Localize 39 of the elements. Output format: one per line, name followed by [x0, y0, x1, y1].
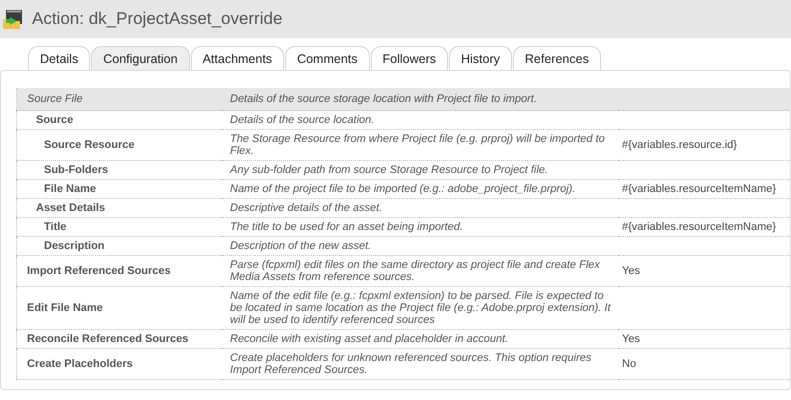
field-description: Name of the edit file (e.g.: fcpxml extension) to be parsed. File is expected to be located in same location as the Project file (e.g.: Adobe.prproj extension). It will be used to identify referenced sources — [222, 286, 618, 330]
field-value: Yes — [618, 330, 791, 348]
field-name: Source — [16, 110, 222, 130]
field-value: #{variables.resource.id} — [618, 130, 791, 160]
field-description: The title to be used for an asset being imported. — [222, 218, 618, 236]
field-description: Name of the project file to be imported (e.g.: adobe_project_file.prproj). — [222, 180, 618, 198]
field-name: Asset Details — [16, 198, 222, 218]
tab[interactable]: References — [512, 46, 601, 70]
field-value: #{variables.resourceItemName} — [618, 218, 791, 236]
field-name: Reconcile Referenced Sources — [16, 330, 222, 348]
field-description: Details of the source location. — [222, 110, 618, 130]
field-description: The Storage Resource from where Project file (e.g. prproj) will be imported to Flex. — [222, 130, 618, 160]
tab[interactable]: Attachments — [190, 46, 284, 70]
field-name: Source File — [16, 88, 222, 110]
field-description: Create placeholders for unknown referenced sources. This option requires Import Referenced Sources. — [222, 348, 618, 380]
field-value: No — [618, 348, 791, 380]
field-name: Import Referenced Sources — [16, 256, 222, 286]
field-name: File Name — [16, 180, 222, 198]
field-description: Reconcile with existing asset and placeholder in account. — [222, 330, 618, 348]
field-name: Create Placeholders — [16, 348, 222, 380]
field-name: Source Resource — [16, 130, 222, 160]
field-name: Sub-Folders — [16, 160, 222, 180]
field-description: Description of the new asset. — [222, 236, 618, 256]
field-name: Description — [16, 236, 222, 256]
tab[interactable]: Configuration — [91, 46, 190, 70]
clapperboard-folder-icon — [2, 8, 24, 30]
tab[interactable]: Comments — [285, 46, 370, 70]
tab[interactable]: History — [449, 46, 512, 70]
field-description: Details of the source storage location with Project file to import. — [222, 88, 618, 110]
field-value: Yes — [618, 256, 791, 286]
tab[interactable]: Followers — [370, 46, 448, 70]
window-title: Action: dk_ProjectAsset_override — [32, 9, 282, 29]
field-description: Any sub-folder path from source Storage Resource to Project file. — [222, 160, 618, 180]
tab[interactable]: Details — [28, 46, 90, 70]
field-name: Title — [16, 218, 222, 236]
field-value: #{variables.resourceItemName} — [618, 180, 791, 198]
field-description: Descriptive details of the asset. — [222, 198, 618, 218]
field-name: Edit File Name — [16, 286, 222, 330]
field-description: Parse (fcpxml) edit files on the same directory as project file and create Flex Media Assets from reference sources. — [222, 256, 618, 286]
